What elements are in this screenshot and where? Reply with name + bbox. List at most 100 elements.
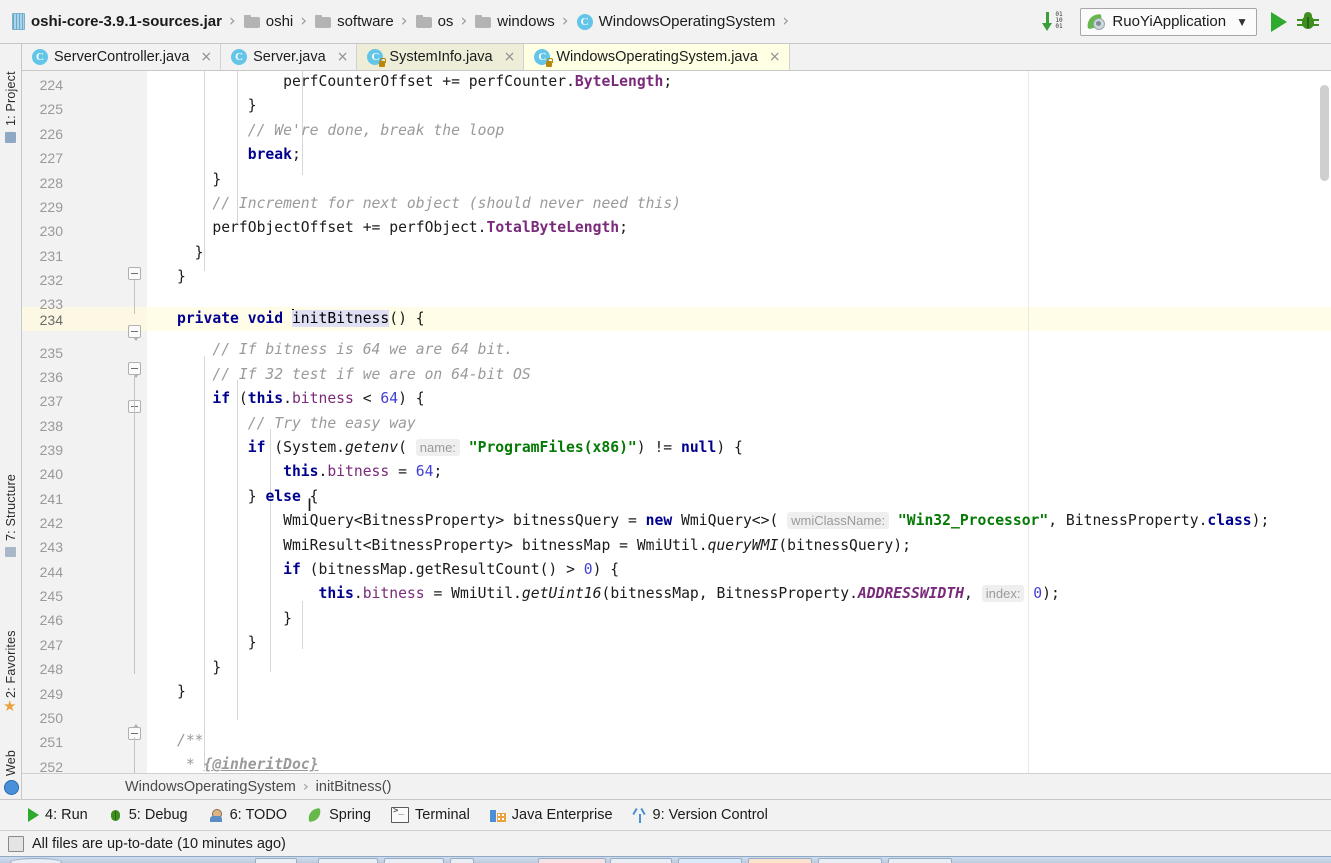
tool-button-label: Terminal [415, 807, 470, 823]
close-icon[interactable]: × [769, 49, 781, 65]
tool-button-label: 4: Run [45, 807, 88, 823]
tool-button-label: Java Enterprise [511, 807, 613, 823]
editor-tab-label: WindowsOperatingSystem.java [556, 49, 758, 65]
sidebar-item-label: 7: Structure [4, 473, 18, 541]
editor-tab-label: Server.java [253, 49, 326, 65]
code-line: // Increment for next object (should nev… [177, 195, 682, 212]
spring-boot-icon [1086, 13, 1106, 30]
project-icon [5, 132, 16, 143]
code-line: WmiQuery<BitnessProperty> bitnessQuery =… [177, 512, 1270, 530]
vcs-status-icon [8, 835, 24, 852]
code-line: /** [177, 731, 204, 749]
editor-gutter[interactable] [22, 71, 147, 773]
tool-button-todo[interactable]: 6: TODO [208, 807, 287, 823]
breadcrumb-item-software[interactable]: software [311, 0, 397, 44]
breadcrumb-class[interactable]: WindowsOperatingSystem [125, 779, 296, 795]
left-tool-window-strip: 1: Project 7: Structure 2: Favorites ★ W… [0, 44, 22, 802]
breadcrumb-separator: › [228, 11, 236, 31]
close-icon[interactable]: × [504, 49, 516, 65]
fold-marker[interactable] [128, 267, 141, 280]
intellij-window: oshi-core-3.9.1-sources.jar › oshi › sof… [0, 0, 1331, 863]
folder-icon [415, 15, 432, 28]
code-line-highlighted: private void initBitness() { [177, 309, 425, 327]
editor-tab-server[interactable]: C Server.java × [221, 44, 358, 70]
lock-icon [379, 58, 387, 67]
breadcrumb: oshi-core-3.9.1-sources.jar › oshi › sof… [0, 0, 1040, 44]
download-update-icon[interactable]: 01 10 01 [1040, 11, 1070, 33]
class-icon: C [576, 13, 593, 30]
code-text[interactable]: perfCounterOffset += perfCounter.ByteLen… [147, 71, 1331, 773]
sidebar-item-label: Web [4, 749, 18, 776]
navbar-actions: 01 10 01 RuoYiApplication ▼ [1040, 7, 1331, 36]
breadcrumb-label: WindowsOperatingSystem [598, 13, 776, 30]
tool-button-run[interactable]: 4: Run [28, 807, 88, 823]
java-class-icon: C [32, 49, 48, 65]
java-class-readonly-icon: C [534, 49, 554, 67]
tool-button-debug[interactable]: 5: Debug [108, 807, 188, 823]
breadcrumb-item-class[interactable]: C WindowsOperatingSystem [573, 0, 779, 44]
structure-icon [5, 547, 16, 557]
mouse-text-cursor: I [307, 496, 313, 516]
fold-marker[interactable] [128, 325, 141, 341]
status-message: All files are up-to-date (10 minutes ago… [32, 835, 286, 852]
code-line: * {@inheritDoc} [177, 756, 319, 773]
tool-button-version-control[interactable]: 9: Version Control [631, 807, 768, 823]
breadcrumb-separator: › [561, 11, 569, 31]
os-taskbar [0, 856, 1331, 863]
code-line: this.bitness = 64; [283, 463, 443, 481]
breadcrumb-label: windows [497, 13, 555, 30]
tool-button-spring[interactable]: Spring [307, 807, 371, 823]
breadcrumb-method[interactable]: initBitness() [316, 779, 392, 795]
run-icon[interactable] [1271, 11, 1287, 32]
status-bar: All files are up-to-date (10 minutes ago… [0, 830, 1331, 856]
code-line: } else { [177, 487, 319, 505]
editor-tab-systeminfo[interactable]: C SystemInfo.java × [357, 44, 525, 70]
lock-icon [546, 58, 554, 67]
breadcrumb-item-windows[interactable]: windows [471, 0, 558, 44]
code-line: if (bitnessMap.getResultCount() > 0) { [283, 561, 620, 578]
chevron-down-icon: ▼ [1236, 14, 1248, 29]
code-line: WmiResult<BitnessProperty> bitnessMap = … [177, 536, 911, 554]
breadcrumb-separator: › [302, 778, 309, 795]
editor-tab-windowsoperatingsystem[interactable]: C WindowsOperatingSystem.java × [524, 44, 790, 70]
breadcrumb-item-jar[interactable]: oshi-core-3.9.1-sources.jar [8, 0, 225, 44]
run-configuration-selector[interactable]: RuoYiApplication ▼ [1080, 7, 1257, 36]
breadcrumb-item-os[interactable]: os [412, 0, 457, 44]
breadcrumb-item-oshi[interactable]: oshi [240, 0, 297, 44]
code-line: perfCounterOffset += perfCounter.ByteLen… [177, 73, 673, 90]
debug-icon [108, 808, 123, 823]
java-enterprise-icon [489, 808, 506, 823]
code-line: } [177, 634, 257, 652]
code-editor[interactable]: perfCounterOffset += perfCounter.ByteLen… [22, 71, 1331, 773]
version-control-icon [631, 807, 647, 823]
code-line: } [177, 97, 257, 115]
tool-button-label: 9: Version Control [652, 807, 768, 823]
folder-icon [243, 15, 260, 28]
tool-button-java-enterprise[interactable]: Java Enterprise [489, 807, 613, 823]
debug-icon[interactable] [1297, 11, 1319, 32]
editor-tab-servercontroller[interactable]: C ServerController.java × [22, 44, 222, 70]
code-line: // We're done, break the loop [177, 121, 505, 139]
sidebar-item-project[interactable]: 1: Project [0, 48, 22, 126]
fold-region-line [134, 280, 135, 314]
close-icon[interactable]: × [200, 49, 212, 65]
editor-tabbar: C ServerController.java × C Server.java … [22, 44, 1331, 71]
breadcrumb-separator: › [782, 11, 790, 31]
sidebar-item-label: 2: Favorites [4, 630, 18, 698]
folder-icon [315, 15, 332, 28]
close-icon[interactable]: × [337, 49, 349, 65]
code-line: } [177, 609, 292, 627]
sidebar-item-favorites[interactable]: 2: Favorites [0, 604, 22, 698]
tool-button-terminal[interactable]: Terminal [391, 806, 470, 823]
code-line: } [177, 170, 222, 188]
code-line: } [177, 268, 186, 286]
fold-region-line [134, 374, 135, 674]
navigation-bar: oshi-core-3.9.1-sources.jar › oshi › sof… [0, 0, 1331, 44]
code-line: } [177, 243, 204, 261]
web-globe-icon [4, 780, 19, 795]
sidebar-item-structure[interactable]: 7: Structure [0, 449, 22, 541]
code-line: perfObjectOffset += perfObject.TotalByte… [177, 219, 628, 237]
spring-leaf-icon [307, 807, 323, 823]
sidebar-item-web[interactable]: Web [0, 734, 22, 776]
